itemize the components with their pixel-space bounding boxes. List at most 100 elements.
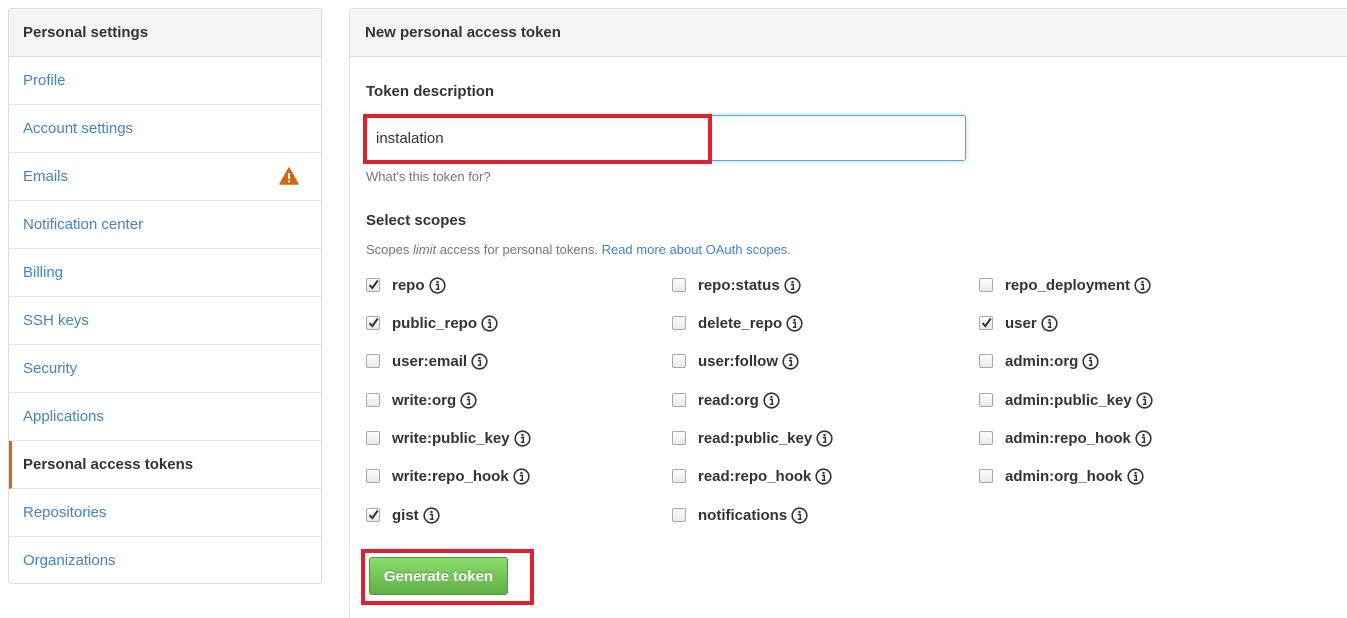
scope-label: admin:public_key bbox=[1005, 391, 1132, 409]
scope-label: user:follow bbox=[698, 352, 779, 370]
info-icon[interactable] bbox=[1134, 276, 1151, 294]
info-icon[interactable] bbox=[1136, 391, 1153, 409]
scope-user-follow[interactable]: user:follow bbox=[672, 350, 799, 372]
sidebar-item-billing[interactable]: Billing bbox=[9, 249, 321, 297]
generate-token-button[interactable]: Generate token bbox=[369, 557, 508, 595]
info-icon[interactable] bbox=[782, 352, 799, 370]
scope-admin-org-hook[interactable]: admin:org_hook bbox=[979, 465, 1144, 487]
info-icon[interactable] bbox=[1082, 352, 1099, 370]
scope-checkbox[interactable] bbox=[672, 393, 686, 407]
scope-label: admin:org_hook bbox=[1005, 467, 1123, 485]
sidebar-item-notification-center[interactable]: Notification center bbox=[9, 201, 321, 249]
scope-admin-org[interactable]: admin:org bbox=[979, 350, 1099, 372]
scope-label: user bbox=[1005, 314, 1037, 332]
sidebar-item-ssh-keys[interactable]: SSH keys bbox=[9, 297, 321, 345]
scope-label: read:repo_hook bbox=[698, 467, 812, 485]
sidebar-item-profile[interactable]: Profile bbox=[9, 57, 321, 105]
scope-read-repo-hook[interactable]: read:repo_hook bbox=[672, 465, 832, 487]
info-icon[interactable] bbox=[423, 506, 440, 524]
info-icon[interactable] bbox=[791, 506, 808, 524]
scopes-note: Scopes limit access for personal tokens.… bbox=[366, 242, 791, 257]
scope-label: read:org bbox=[698, 391, 759, 409]
scope-checkbox[interactable] bbox=[979, 469, 993, 483]
info-icon[interactable] bbox=[1135, 429, 1152, 447]
info-icon[interactable] bbox=[1041, 314, 1058, 332]
scope-delete-repo[interactable]: delete_repo bbox=[672, 312, 803, 334]
page-title: New personal access token bbox=[350, 9, 1347, 57]
scope-checkbox[interactable] bbox=[366, 393, 380, 407]
token-description-hint: What's this token for? bbox=[366, 169, 491, 184]
scope-write-public-key[interactable]: write:public_key bbox=[366, 427, 531, 449]
scope-checkbox[interactable] bbox=[366, 354, 380, 368]
scope-checkbox[interactable] bbox=[366, 316, 380, 330]
info-icon[interactable] bbox=[763, 391, 780, 409]
sidebar-item-label: Emails bbox=[23, 168, 69, 185]
scopes-note-suffix: access for personal tokens. bbox=[436, 242, 602, 257]
scopes-note-prefix: Scopes bbox=[366, 242, 413, 257]
info-icon[interactable] bbox=[1126, 467, 1144, 485]
scope-checkbox[interactable] bbox=[672, 316, 686, 330]
scope-checkbox[interactable] bbox=[672, 354, 686, 368]
info-icon[interactable] bbox=[784, 276, 801, 294]
scope-checkbox[interactable] bbox=[366, 469, 380, 483]
scope-public-repo[interactable]: public_repo bbox=[366, 312, 498, 334]
token-description-input[interactable] bbox=[364, 115, 966, 161]
sidebar-item-applications[interactable]: Applications bbox=[9, 393, 321, 441]
sidebar-item-account-settings[interactable]: Account settings bbox=[9, 105, 321, 153]
sidebar-item-personal-access-tokens[interactable]: Personal access tokens bbox=[9, 441, 321, 489]
settings-sidebar: Personal settings Profile Account settin… bbox=[8, 8, 322, 584]
scope-checkbox[interactable] bbox=[979, 393, 993, 407]
info-icon[interactable] bbox=[815, 467, 832, 485]
scope-label: user:email bbox=[392, 352, 468, 370]
scope-user-email[interactable]: user:email bbox=[366, 350, 488, 372]
scope-checkbox[interactable] bbox=[366, 431, 380, 445]
scope-checkbox[interactable] bbox=[979, 354, 993, 368]
scope-checkbox[interactable] bbox=[979, 316, 993, 330]
warning-icon bbox=[279, 167, 299, 185]
scope-checkbox[interactable] bbox=[672, 278, 686, 292]
sidebar-item-organizations[interactable]: Organizations bbox=[9, 537, 321, 583]
info-icon[interactable] bbox=[460, 391, 477, 409]
scope-checkbox[interactable] bbox=[672, 508, 686, 522]
scope-checkbox[interactable] bbox=[979, 278, 993, 292]
scope-label: write:repo_hook bbox=[392, 467, 509, 485]
scope-repo-deployment[interactable]: repo_deployment bbox=[979, 274, 1151, 296]
info-icon[interactable] bbox=[513, 429, 531, 447]
scope-write-org[interactable]: write:org bbox=[366, 389, 477, 411]
scope-admin-repo-hook[interactable]: admin:repo_hook bbox=[979, 427, 1152, 449]
scope-read-public-key[interactable]: read:public_key bbox=[672, 427, 833, 449]
checkmark-icon bbox=[368, 279, 379, 290]
scope-repo-status[interactable]: repo:status bbox=[672, 274, 801, 296]
sidebar-item-security[interactable]: Security bbox=[9, 345, 321, 393]
scope-admin-public-key[interactable]: admin:public_key bbox=[979, 389, 1153, 411]
scope-gist[interactable]: gist bbox=[366, 504, 440, 526]
scope-checkbox[interactable] bbox=[672, 431, 686, 445]
scope-user[interactable]: user bbox=[979, 312, 1058, 334]
sidebar-item-repositories[interactable]: Repositories bbox=[9, 489, 321, 537]
scope-read-org[interactable]: read:org bbox=[672, 389, 780, 411]
scope-write-repo-hook[interactable]: write:repo_hook bbox=[366, 465, 530, 487]
scope-label: read:public_key bbox=[698, 429, 813, 447]
info-icon[interactable] bbox=[471, 352, 488, 370]
scope-label: write:public_key bbox=[392, 429, 510, 447]
info-icon[interactable] bbox=[816, 429, 833, 447]
info-icon[interactable] bbox=[481, 314, 498, 332]
oauth-scopes-link[interactable]: Read more about OAuth scopes. bbox=[602, 242, 791, 257]
info-icon[interactable] bbox=[428, 276, 446, 294]
scope-checkbox[interactable] bbox=[979, 431, 993, 445]
info-icon[interactable] bbox=[786, 314, 803, 332]
sidebar-item-emails[interactable]: Emails bbox=[9, 153, 321, 201]
info-icon[interactable] bbox=[513, 467, 530, 485]
checkmark-icon bbox=[368, 509, 379, 520]
token-description-label: Token description bbox=[366, 83, 495, 100]
scope-checkbox[interactable] bbox=[366, 508, 380, 522]
scope-notifications[interactable]: notifications bbox=[672, 504, 808, 526]
scope-label: gist bbox=[392, 506, 419, 524]
scope-label: write:org bbox=[392, 391, 457, 409]
sidebar-header: Personal settings bbox=[9, 9, 321, 57]
scope-checkbox[interactable] bbox=[672, 469, 686, 483]
new-token-panel: New personal access token Token descript… bbox=[349, 8, 1347, 618]
scopes-note-emphasis: limit bbox=[412, 242, 437, 257]
scope-checkbox[interactable] bbox=[366, 278, 380, 292]
scope-repo[interactable]: repo bbox=[366, 274, 446, 296]
